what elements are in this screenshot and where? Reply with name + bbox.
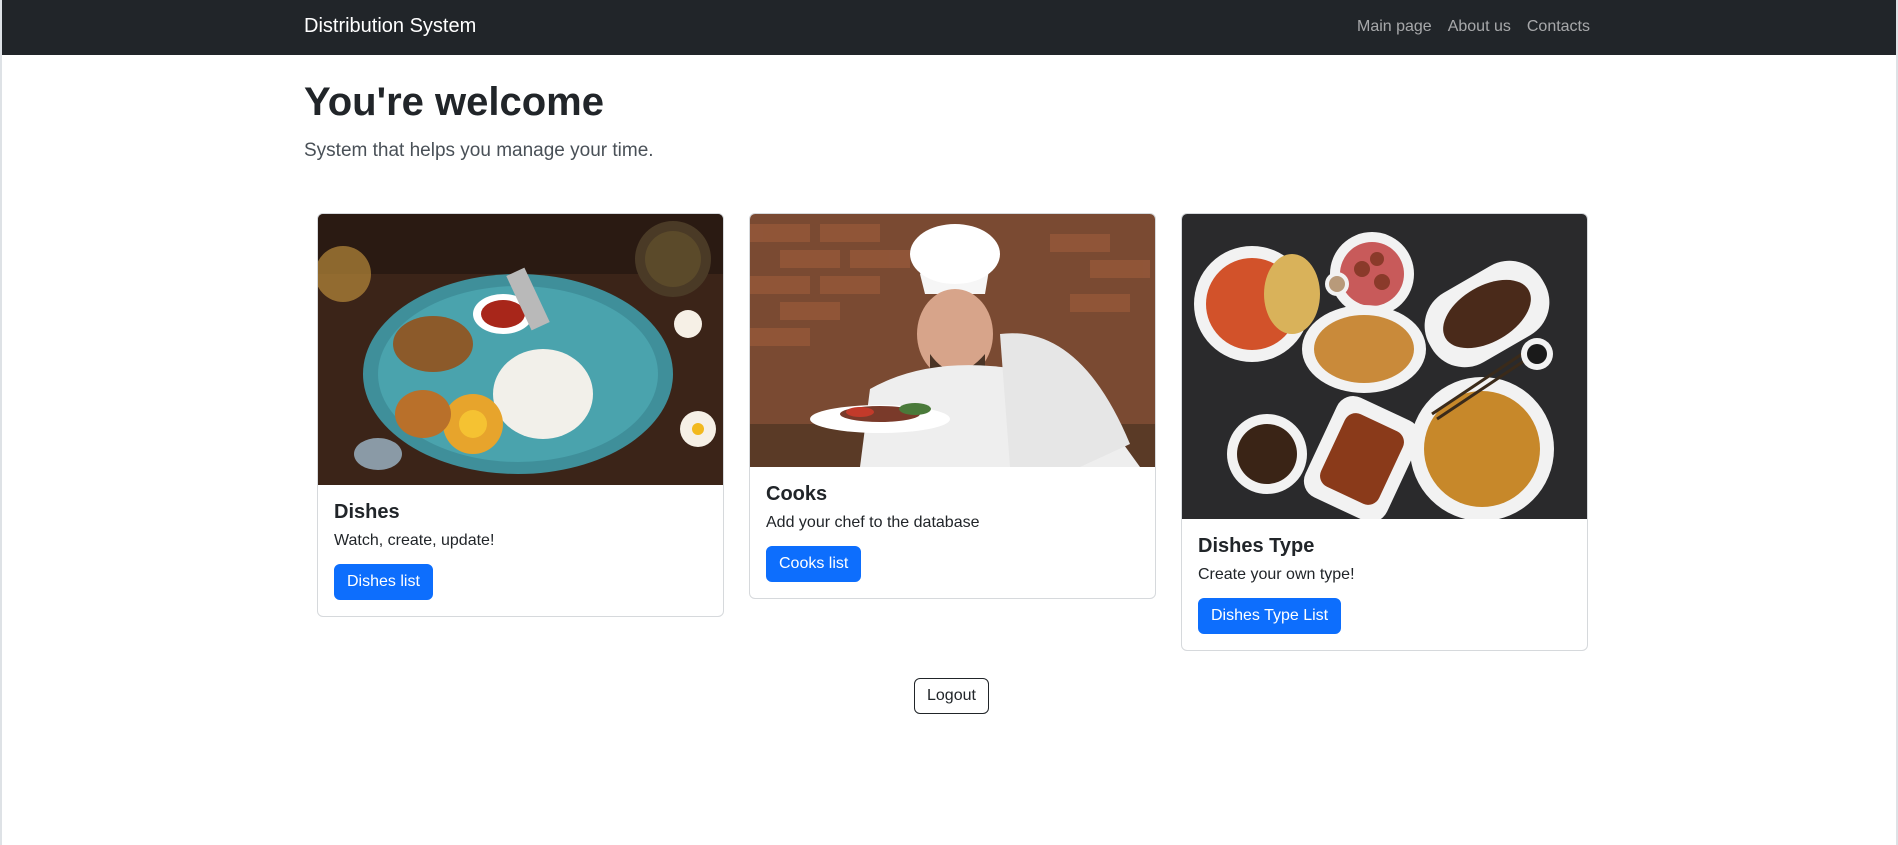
dishes-type-image <box>1182 214 1587 519</box>
card-title: Dishes Type <box>1198 535 1315 557</box>
card-text: Watch, create, update! <box>334 532 495 549</box>
card-title: Cooks <box>766 483 828 505</box>
page-title: You're welcome <box>304 80 604 124</box>
card-dishes-type: Dishes Type Create your own type! Dishes… <box>1181 213 1588 651</box>
card-body: Cooks Add your chef to the database Cook… <box>750 467 1155 598</box>
card-text: Add your chef to the database <box>766 514 980 531</box>
cooks-image <box>750 214 1155 467</box>
dishes-type-list-button[interactable]: Dishes Type List <box>1198 598 1342 634</box>
nav-links: Main page About us Contacts <box>1357 18 1590 36</box>
card-title: Dishes <box>334 501 400 523</box>
card-text: Create your own type! <box>1198 566 1355 583</box>
dishes-image <box>318 214 723 485</box>
cooks-list-button[interactable]: Cooks list <box>766 546 862 582</box>
dishes-list-button[interactable]: Dishes list <box>334 564 433 600</box>
nav-link-contacts[interactable]: Contacts <box>1527 18 1590 36</box>
card-dishes: Dishes Watch, create, update! Dishes lis… <box>317 213 724 617</box>
card-cooks: Cooks Add your chef to the database Cook… <box>749 213 1156 599</box>
nav-link-main-page[interactable]: Main page <box>1357 18 1432 36</box>
nav-link-about-us[interactable]: About us <box>1448 18 1511 36</box>
page: Distribution System Main page About us C… <box>0 0 1898 845</box>
card-body: Dishes Type Create your own type! Dishes… <box>1182 519 1587 650</box>
logout-button[interactable]: Logout <box>914 678 989 714</box>
brand-link[interactable]: Distribution System <box>304 15 476 38</box>
page-subtitle: System that helps you manage your time. <box>304 140 654 161</box>
card-body: Dishes Watch, create, update! Dishes lis… <box>318 485 723 616</box>
navbar: Distribution System Main page About us C… <box>2 0 1896 55</box>
